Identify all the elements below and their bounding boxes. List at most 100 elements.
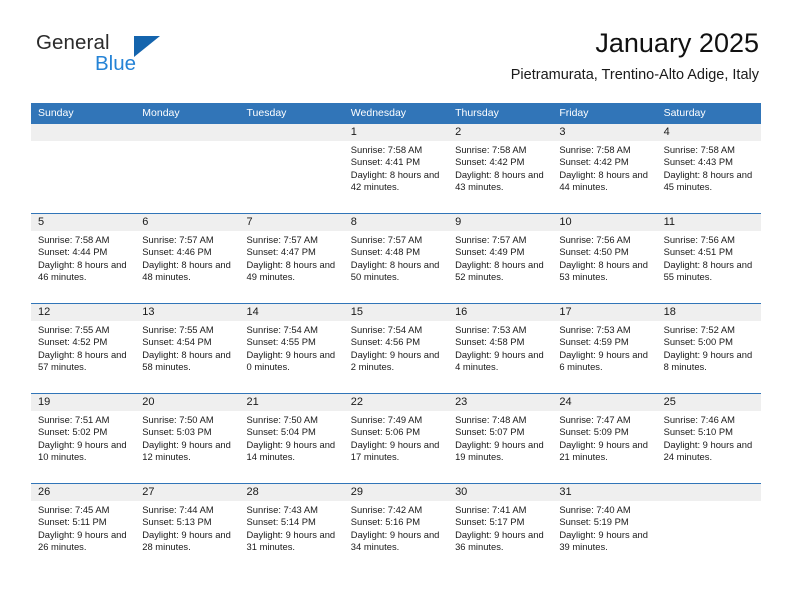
day-details: Sunrise: 7:40 AM Sunset: 5:19 PM Daylight:… — [552, 501, 656, 553]
day-details: Sunrise: 7:44 AM Sunset: 5:13 PM Daylight:… — [135, 501, 239, 553]
calendar-day-cell[interactable]: 13 Sunrise: 7:55 AM Sunset: 4:54 PM Dayligh… — [135, 304, 240, 393]
sunrise-text: Sunrise: 7:50 AM — [246, 414, 318, 425]
calendar-day-cell[interactable]: 22 Sunrise: 7:49 AM Sunset: 5:06 PM Dayligh… — [343, 394, 449, 483]
day-details: Sunrise: 7:58 AM Sunset: 4:42 PM Daylight:… — [552, 141, 656, 193]
daylight-text: Daylight: 8 hours and 48 minutes. — [142, 258, 231, 282]
calendar-day-cell[interactable]: 28 Sunrise: 7:43 AM Sunset: 5:14 PM Dayligh… — [239, 484, 344, 573]
daylight-text: Daylight: 9 hours and 21 minutes. — [559, 438, 648, 462]
daylight-text: Daylight: 9 hours and 2 minutes. — [350, 348, 440, 372]
calendar-week-row: 19 Sunrise: 7:51 AM Sunset: 5:02 PM Dayligh… — [31, 393, 761, 483]
calendar-day-cell[interactable]: 18 Sunrise: 7:52 AM Sunset: 5:00 PM Dayligh… — [656, 304, 761, 393]
calendar-grid: Sunday Monday Tuesday Wednesday Thursday Frid… — [31, 103, 761, 573]
calendar-day-cell[interactable]: 1 Sunrise: 7:58 AM Sunset: 4:41 PM Daylight… — [343, 124, 449, 213]
daylight-text: Daylight: 8 hours and 55 minutes. — [663, 258, 753, 282]
day-number: 13 — [135, 304, 240, 321]
day-details: Sunrise: 7:47 AM Sunset: 5:09 PM Daylight:… — [552, 411, 656, 463]
sunrise-text: Sunrise: 7:52 AM — [663, 324, 735, 335]
sunrise-text: Sunrise: 7:47 AM — [559, 414, 631, 425]
day-number: 30 — [448, 484, 553, 501]
sunset-text: Sunset: 4:42 PM — [455, 156, 525, 168]
day-number — [656, 484, 761, 501]
calendar-day-cell[interactable]: 9 Sunrise: 7:57 AM Sunset: 4:49 PM Daylight… — [448, 214, 553, 303]
day-details: Sunrise: 7:55 AM Sunset: 4:54 PM Daylight:… — [135, 321, 239, 373]
calendar-weeks: 1 Sunrise: 7:58 AM Sunset: 4:41 PM Daylight… — [31, 124, 761, 573]
calendar-day-cell[interactable]: 29 Sunrise: 7:42 AM Sunset: 5:16 PM Dayligh… — [343, 484, 449, 573]
sunset-text: Sunset: 5:04 PM — [246, 426, 316, 438]
sunset-text: Sunset: 5:07 PM — [455, 426, 525, 438]
day-details: Sunrise: 7:55 AM Sunset: 4:52 PM Daylight:… — [31, 321, 135, 373]
sunset-text: Sunset: 4:50 PM — [559, 246, 629, 258]
calendar-day-cell[interactable]: 24 Sunrise: 7:47 AM Sunset: 5:09 PM Dayligh… — [552, 394, 657, 483]
daylight-text: Daylight: 9 hours and 4 minutes. — [455, 348, 544, 372]
day-details: Sunrise: 7:53 AM Sunset: 4:59 PM Daylight:… — [552, 321, 656, 373]
daylight-text: Daylight: 8 hours and 44 minutes. — [559, 168, 648, 192]
day-details: Sunrise: 7:42 AM Sunset: 5:16 PM Daylight:… — [344, 501, 448, 553]
day-details: Sunrise: 7:46 AM Sunset: 5:10 PM Daylight:… — [657, 411, 761, 463]
day-number: 8 — [343, 214, 449, 231]
calendar-day-cell[interactable]: 15 Sunrise: 7:54 AM Sunset: 4:56 PM Dayligh… — [343, 304, 449, 393]
weekday-header-thursday: Thursday — [448, 103, 553, 124]
day-number — [31, 124, 136, 141]
calendar-day-cell[interactable]: 25 Sunrise: 7:46 AM Sunset: 5:10 PM Dayligh… — [656, 394, 761, 483]
calendar-day-cell[interactable]: 10 Sunrise: 7:56 AM Sunset: 4:50 PM Dayligh… — [552, 214, 657, 303]
daylight-text: Daylight: 8 hours and 53 minutes. — [559, 258, 648, 282]
sunset-text: Sunset: 5:03 PM — [142, 426, 212, 438]
calendar-day-cell[interactable]: 20 Sunrise: 7:50 AM Sunset: 5:03 PM Dayligh… — [135, 394, 240, 483]
calendar-day-cell[interactable]: 14 Sunrise: 7:54 AM Sunset: 4:55 PM Dayligh… — [239, 304, 344, 393]
calendar-day-cell[interactable]: 4 Sunrise: 7:58 AM Sunset: 4:43 PM Daylight… — [656, 124, 761, 213]
calendar-day-cell[interactable]: 23 Sunrise: 7:48 AM Sunset: 5:07 PM Dayligh… — [448, 394, 553, 483]
sunrise-text: Sunrise: 7:57 AM — [142, 234, 214, 245]
sunrise-text: Sunrise: 7:58 AM — [663, 144, 735, 155]
weekday-header-wednesday: Wednesday — [343, 103, 449, 124]
day-number: 2 — [448, 124, 553, 141]
sunrise-text: Sunrise: 7:46 AM — [663, 414, 735, 425]
sunset-text: Sunset: 5:13 PM — [142, 516, 212, 528]
day-details: Sunrise: 7:58 AM Sunset: 4:41 PM Daylight:… — [344, 141, 448, 193]
day-details: Sunrise: 7:56 AM Sunset: 4:51 PM Daylight:… — [657, 231, 761, 283]
calendar-day-cell[interactable]: 6 Sunrise: 7:57 AM Sunset: 4:46 PM Daylight… — [135, 214, 240, 303]
day-details: Sunrise: 7:57 AM Sunset: 4:47 PM Daylight:… — [240, 231, 344, 283]
day-number: 29 — [343, 484, 449, 501]
weekday-header-saturday: Saturday — [656, 103, 761, 124]
day-details: Sunrise: 7:43 AM Sunset: 5:14 PM Daylight:… — [240, 501, 344, 553]
calendar-cell-empty — [31, 124, 136, 213]
calendar-day-cell[interactable]: 2 Sunrise: 7:58 AM Sunset: 4:42 PM Daylight… — [448, 124, 553, 213]
day-details: Sunrise: 7:50 AM Sunset: 5:04 PM Daylight:… — [240, 411, 344, 463]
page-header: General Blue January 2025 Pietramurata, … — [0, 0, 792, 100]
calendar-day-cell[interactable]: 30 Sunrise: 7:41 AM Sunset: 5:17 PM Dayligh… — [448, 484, 553, 573]
sunset-text: Sunset: 4:58 PM — [455, 336, 525, 348]
calendar-day-cell[interactable]: 19 Sunrise: 7:51 AM Sunset: 5:02 PM Dayligh… — [31, 394, 136, 483]
sunrise-text: Sunrise: 7:49 AM — [350, 414, 423, 425]
day-details: Sunrise: 7:48 AM Sunset: 5:07 PM Daylight:… — [448, 411, 552, 463]
calendar-day-cell[interactable]: 27 Sunrise: 7:44 AM Sunset: 5:13 PM Dayligh… — [135, 484, 240, 573]
daylight-text: Daylight: 9 hours and 17 minutes. — [350, 438, 440, 462]
sunrise-text: Sunrise: 7:58 AM — [350, 144, 423, 155]
day-details: Sunrise: 7:51 AM Sunset: 5:02 PM Daylight:… — [31, 411, 135, 463]
daylight-text: Daylight: 8 hours and 58 minutes. — [142, 348, 231, 372]
calendar-day-cell[interactable]: 3 Sunrise: 7:58 AM Sunset: 4:42 PM Daylight… — [552, 124, 657, 213]
day-details: Sunrise: 7:52 AM Sunset: 5:00 PM Daylight:… — [657, 321, 761, 373]
day-number: 11 — [656, 214, 761, 231]
calendar-day-cell[interactable]: 8 Sunrise: 7:57 AM Sunset: 4:48 PM Daylight… — [343, 214, 449, 303]
calendar-day-cell[interactable]: 16 Sunrise: 7:53 AM Sunset: 4:58 PM Dayligh… — [448, 304, 553, 393]
daylight-text: Daylight: 8 hours and 45 minutes. — [663, 168, 753, 192]
sunset-text: Sunset: 5:11 PM — [38, 516, 107, 528]
day-number: 7 — [239, 214, 344, 231]
sunset-text: Sunset: 4:49 PM — [455, 246, 525, 258]
page-subtitle: Pietramurata, Trentino-Alto Adige, Italy — [510, 67, 759, 84]
day-details: Sunrise: 7:58 AM Sunset: 4:44 PM Daylight:… — [31, 231, 135, 283]
sunset-text: Sunset: 4:42 PM — [559, 156, 629, 168]
calendar-page: General Blue January 2025 Pietramurata, … — [0, 0, 792, 612]
calendar-day-cell[interactable]: 17 Sunrise: 7:53 AM Sunset: 4:59 PM Dayligh… — [552, 304, 657, 393]
calendar-day-cell[interactable]: 31 Sunrise: 7:40 AM Sunset: 5:19 PM Dayligh… — [552, 484, 657, 573]
calendar-day-cell[interactable]: 7 Sunrise: 7:57 AM Sunset: 4:47 PM Daylight… — [239, 214, 344, 303]
calendar-day-cell[interactable]: 26 Sunrise: 7:45 AM Sunset: 5:11 PM Dayligh… — [31, 484, 136, 573]
daylight-text: Daylight: 8 hours and 46 minutes. — [38, 258, 127, 282]
calendar-day-cell[interactable]: 5 Sunrise: 7:58 AM Sunset: 4:44 PM Daylight… — [31, 214, 136, 303]
calendar-day-cell[interactable]: 11 Sunrise: 7:56 AM Sunset: 4:51 PM Dayligh… — [656, 214, 761, 303]
day-number: 10 — [552, 214, 657, 231]
calendar-day-cell[interactable]: 12 Sunrise: 7:55 AM Sunset: 4:52 PM Dayligh… — [31, 304, 136, 393]
calendar-day-cell[interactable]: 21 Sunrise: 7:50 AM Sunset: 5:04 PM Dayligh… — [239, 394, 344, 483]
sunrise-text: Sunrise: 7:54 AM — [246, 324, 318, 335]
day-number: 6 — [135, 214, 240, 231]
